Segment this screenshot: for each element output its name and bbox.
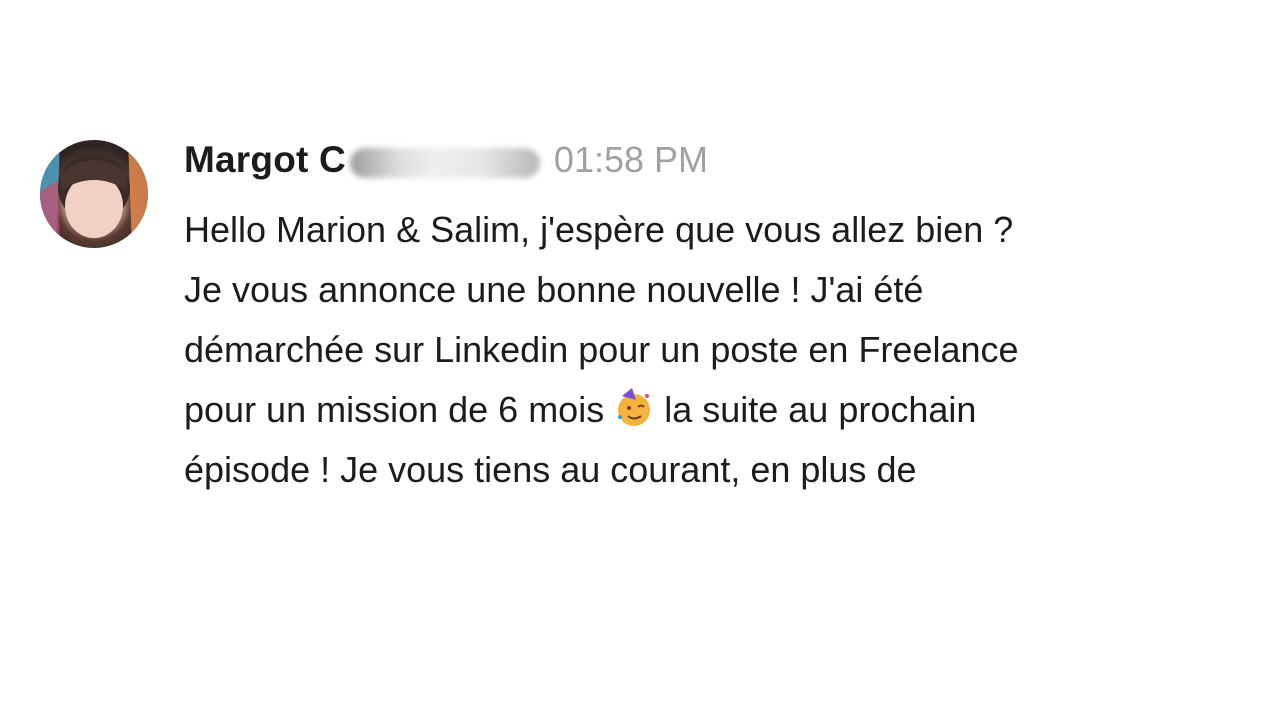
message-header: Margot C 01:58 PM <box>184 140 1240 180</box>
avatar[interactable] <box>40 140 148 248</box>
author-name[interactable]: Margot C <box>184 140 346 180</box>
partying-face-emoji-icon <box>612 386 656 430</box>
message-line: pour un mission de 6 mois la suite au pr… <box>184 380 1240 440</box>
message-item: Margot C 01:58 PM Hello Marion & Salim, … <box>40 140 1240 500</box>
message-content: Margot C 01:58 PM Hello Marion & Salim, … <box>184 140 1240 500</box>
message-line-part: pour un mission de 6 mois <box>184 389 605 430</box>
message-line: Je vous annonce une bonne nouvelle ! J'a… <box>184 269 924 310</box>
message-line-part: la suite au prochain <box>664 389 977 430</box>
message-line: Hello Marion & Salim, j'espère que vous … <box>184 209 1014 250</box>
redacted-name-blur <box>349 148 540 178</box>
message-line: épisode ! Je vous tiens au courant, en p… <box>184 449 917 490</box>
message-text: Hello Marion & Salim, j'espère que vous … <box>184 200 1240 500</box>
message-line: démarchée sur Linkedin pour un poste en … <box>184 329 1019 370</box>
avatar-image <box>40 140 148 248</box>
timestamp[interactable]: 01:58 PM <box>554 140 708 180</box>
